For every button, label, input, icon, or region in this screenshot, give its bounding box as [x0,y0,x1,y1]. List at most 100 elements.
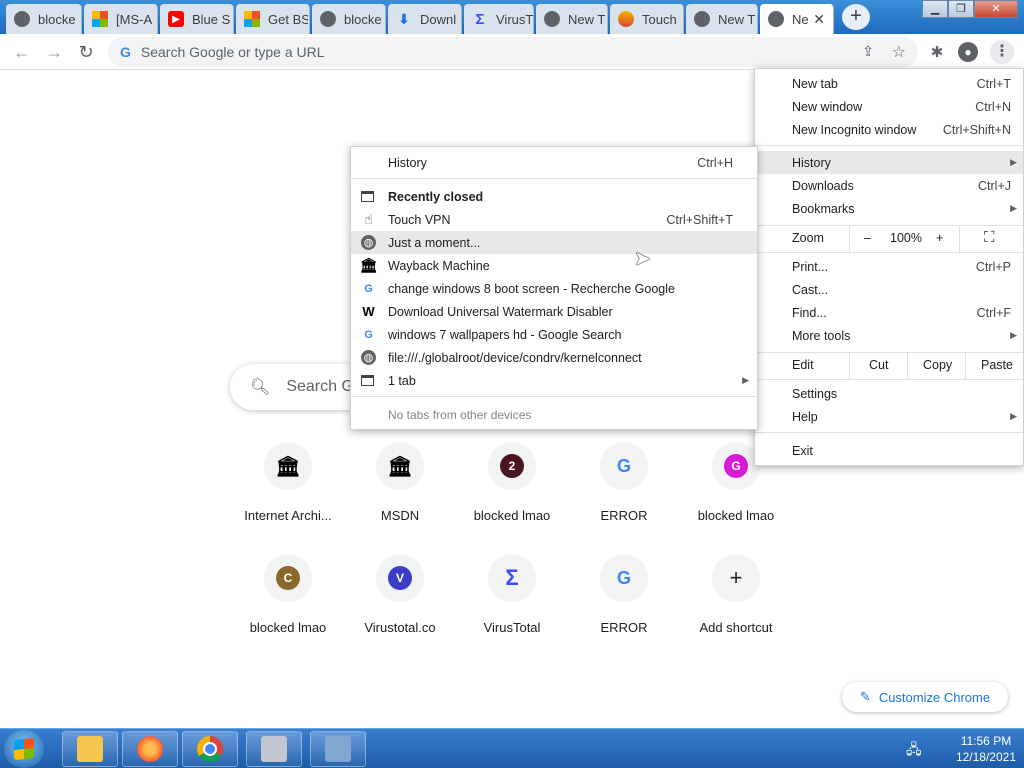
tab-active[interactable]: Ne ✕ [760,4,834,34]
bookmark-star-icon[interactable]: ☆ [892,42,906,62]
close-tab-icon[interactable]: ✕ [813,11,825,28]
tab[interactable]: ⬇ Downl [388,4,462,34]
google-icon: G [616,455,631,476]
tab[interactable]: [MS-A [84,4,158,34]
download-icon: ⬇ [398,10,410,27]
chrome-globe-icon [320,11,336,27]
chrome-globe-icon [14,11,30,27]
omnibox[interactable]: G ⇪ ☆ [108,37,918,67]
reload-button[interactable]: ↻ [74,40,98,64]
menu-item-bookmarks[interactable]: Bookmarks ▶ [755,197,1023,220]
menu-item-new-window[interactable]: New window Ctrl+N [755,95,1023,118]
clock[interactable]: 11:56 PM 12/18/2021 [956,733,1016,765]
shortcut-tile[interactable]: C blocked lmao [232,554,344,635]
chrome-icon [197,736,223,762]
menu-item-label: New window [792,99,863,114]
menu-separator [755,145,1023,146]
archive-icon: 🏛︎ [359,257,378,273]
menu-item-label: Exit [792,443,813,458]
close-window-button[interactable]: ✕ [974,0,1018,18]
tab[interactable]: Touch [610,4,684,34]
menu-item-label: More tools [792,328,851,343]
menu-item-print[interactable]: Print... Ctrl+P [755,255,1023,278]
chrome-menu-kebab-icon[interactable]: ⋮ [990,40,1014,64]
menu-item-help[interactable]: Help ▶ [755,405,1023,428]
new-tab-button[interactable]: + [842,4,870,30]
history-item[interactable]: ◍ file:///./globalroot/device/condrv/kern… [351,346,757,369]
start-button[interactable] [4,730,44,768]
virustotal-icon: Σ [505,565,519,590]
tab[interactable]: Get BS [236,4,310,34]
tab[interactable]: New T [536,4,608,34]
menu-item-cast[interactable]: Cast... [755,278,1023,301]
history-item[interactable]: ☝︎ Touch VPN Ctrl+Shift+T [351,208,757,231]
add-shortcut-tile[interactable]: + Add shortcut [680,554,792,635]
shortcut-tile[interactable]: Σ VirusTotal [456,554,568,635]
customize-chrome-label: Customize Chrome [878,689,991,705]
menu-item-label: History [388,155,427,170]
menu-item-new-tab[interactable]: New tab Ctrl+T [755,72,1023,95]
shortcut-label: ERROR [600,508,648,523]
network-icon[interactable]: 🖧 [906,739,922,763]
cut-button[interactable]: Cut [849,353,907,379]
history-item[interactable]: W Download Universal Watermark Disabler [351,300,757,323]
menu-item-history[interactable]: History ▶ [755,151,1023,174]
firefox-icon [137,736,163,762]
history-item[interactable]: Gchange windows 8 boot screen - Recherch… [351,277,757,300]
history-item[interactable]: ◍ Just a moment... [351,231,757,254]
menu-item-incognito[interactable]: New Incognito window Ctrl+Shift+N [755,118,1023,141]
menu-item-more-tools[interactable]: More tools ▶ [755,324,1023,347]
system-tray: 🖧 11:56 PM 12/18/2021 [904,729,1024,768]
menu-heading-label: Recently closed [388,189,484,204]
tab[interactable]: blocke [6,4,82,34]
shortcut-label: MSDN [380,508,420,523]
history-item-label: change windows 8 boot screen - Recherche… [388,281,675,296]
tab-title: Downl [420,11,457,27]
zoom-out-button[interactable]: – [864,231,871,245]
submenu-arrow-icon: ▶ [1010,203,1017,213]
history-submenu: History Ctrl+H Recently closed ☝︎ Touch VP… [350,146,758,430]
customize-chrome-button[interactable]: ✎ Customize Chrome [842,682,1008,712]
maximize-button[interactable]: ❐ [948,0,974,18]
share-icon[interactable]: ⇪ [862,43,874,60]
copy-button[interactable]: Copy [907,353,965,379]
taskbar-firefox[interactable] [122,731,178,767]
extensions-puzzle-icon[interactable]: ✱ [926,42,948,64]
pencil-icon: ✎ [859,689,871,704]
tab[interactable]: Σ VirusT [464,4,534,34]
omnibox-input[interactable] [140,44,741,60]
zoom-in-button[interactable]: + [936,231,943,245]
forward-button[interactable]: → [42,40,66,64]
shortcut-tile[interactable]: G ERROR [568,554,680,635]
shortcut-label: Internet Archi... [244,508,332,523]
shortcut-tile[interactable]: 🏛︎ MSDN [344,442,456,523]
history-menu-item-history[interactable]: History Ctrl+H [351,151,757,174]
paste-button[interactable]: Paste [965,353,1023,379]
minimize-button[interactable]: ▁ [922,0,948,18]
taskbar-control-panel[interactable] [310,731,366,767]
menu-item-downloads[interactable]: Downloads Ctrl+J [755,174,1023,197]
taskbar-explorer[interactable] [62,731,118,767]
taskbar-installer[interactable] [246,731,302,767]
tab[interactable]: New T [686,4,758,34]
history-item-label: file:///./globalroot/device/condrv/kerne… [388,350,642,365]
menu-item-exit[interactable]: Exit [755,439,1023,462]
history-item[interactable]: 🏛︎ Wayback Machine [351,254,757,277]
fullscreen-icon[interactable]: ⛶ [984,229,995,246]
menu-item-settings[interactable]: Settings [755,382,1023,405]
shortcut-tile[interactable]: 2 blocked lmao [456,442,568,523]
tab[interactable]: ▶ Blue S [160,4,234,34]
history-item-one-tab[interactable]: 1 tab ▶ [351,369,757,392]
shortcut-tile[interactable]: G ERROR [568,442,680,523]
menu-item-label: Help [792,409,818,424]
copy-label: Copy [923,358,953,372]
shortcut-tile[interactable]: V Virustotal.co [344,554,456,635]
tab-icon [361,191,374,202]
shortcut-tile[interactable]: 🏛︎ Internet Archi... [232,442,344,523]
menu-item-find[interactable]: Find... Ctrl+F [755,301,1023,324]
profile-avatar-icon[interactable]: ● [958,42,978,62]
back-button[interactable]: ← [10,40,34,64]
history-item[interactable]: Gwindows 7 wallpapers hd - Google Search [351,323,757,346]
tab[interactable]: blocke [312,4,386,34]
taskbar-chrome[interactable] [182,731,238,767]
